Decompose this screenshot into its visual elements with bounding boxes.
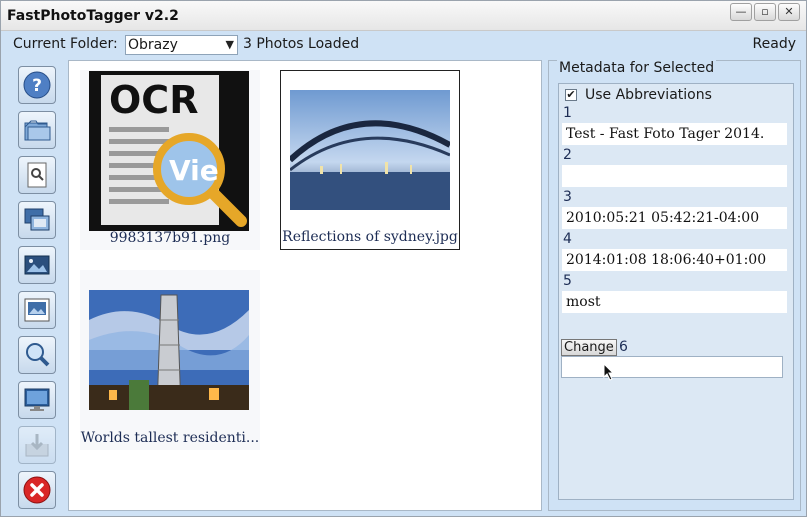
help-button[interactable]: ?	[18, 66, 56, 104]
field-number: 2	[563, 147, 572, 163]
use-abbreviations-checkbox[interactable]: ✔	[565, 89, 577, 101]
use-abbreviations-label: Use Abbreviations	[585, 87, 712, 103]
close-icon[interactable]: ✕	[778, 3, 800, 21]
monitor-icon	[24, 388, 50, 411]
image-icon	[24, 255, 50, 275]
help-icon: ?	[23, 71, 51, 99]
window-controls: — ▫ ✕	[730, 3, 800, 21]
maximize-icon[interactable]: ▫	[754, 3, 776, 21]
field-number: 3	[563, 189, 572, 205]
app-window: FastPhotoTagger v2.2 — ▫ ✕ Current Folde…	[0, 0, 807, 517]
svg-text:OCR: OCR	[109, 78, 198, 122]
sydney-photo-image	[290, 90, 450, 210]
image-edit-button[interactable]	[18, 291, 56, 329]
metadata-field-5[interactable]: most	[562, 291, 787, 313]
photo-caption: 9983137b91.png	[109, 230, 231, 246]
metadata-field-4[interactable]: 2014:01:08 18:06:40+01:00	[562, 249, 787, 271]
photo-caption: Reflections of sydney.jpg	[282, 229, 458, 245]
photo-gallery: OCR Vie 9983137b91.png Reflections of sy…	[68, 60, 542, 511]
open-folder-button[interactable]	[18, 111, 56, 149]
left-toolbar: ?	[13, 61, 63, 513]
metadata-title: Metadata for Selected	[557, 60, 717, 76]
photo-thumbnail[interactable]: OCR Vie 9983137b91.png	[80, 70, 260, 250]
slideshow-icon	[24, 208, 50, 231]
title-bar: FastPhotoTagger v2.2 — ▫ ✕	[1, 1, 806, 31]
chevron-down-icon: ▼	[225, 38, 234, 51]
document-search-button[interactable]	[18, 156, 56, 194]
metadata-field-2[interactable]	[562, 165, 787, 187]
metadata-field-3[interactable]: 2010:05:21 05:42:21-04:00	[562, 207, 787, 229]
photo-thumbnail-selected[interactable]: Reflections of sydney.jpg	[280, 70, 460, 250]
status-text: Ready	[752, 36, 796, 52]
field-number: 4	[563, 231, 572, 247]
folder-select-value: Obrazy	[128, 37, 178, 53]
photo-thumbnail[interactable]: Worlds tallest residenti...	[80, 270, 260, 450]
export-icon	[25, 434, 49, 457]
minimize-icon[interactable]: —	[730, 3, 752, 21]
image-edit-icon	[24, 298, 50, 322]
metadata-fields: ✔ Use Abbreviations 1 Test - Fast Foto T…	[558, 83, 794, 500]
window-title: FastPhotoTagger v2.2	[7, 8, 179, 24]
svg-text:?: ?	[32, 76, 42, 96]
change-button[interactable]: Change	[561, 339, 617, 356]
use-abbreviations-row[interactable]: ✔ Use Abbreviations	[565, 87, 712, 103]
metadata-field-6[interactable]	[561, 356, 783, 378]
export-button[interactable]	[18, 426, 56, 464]
folder-bar: Current Folder: Obrazy ▼ 3 Photos Loaded…	[1, 31, 806, 58]
field-number: 1	[563, 105, 572, 121]
search-icon	[26, 343, 50, 367]
monitor-button[interactable]	[18, 381, 56, 419]
document-search-icon	[27, 162, 47, 188]
image-button[interactable]	[18, 246, 56, 284]
svg-text:Vie: Vie	[169, 154, 219, 187]
photo-caption: Worlds tallest residenti...	[80, 430, 260, 446]
metadata-field-1[interactable]: Test - Fast Foto Tager 2014.	[562, 123, 787, 145]
search-button[interactable]	[18, 336, 56, 374]
tower-photo-image	[89, 290, 249, 410]
exit-button[interactable]	[18, 471, 56, 509]
ocr-image-icon: OCR Vie	[89, 71, 249, 231]
exit-icon	[23, 476, 51, 504]
metadata-panel: Metadata for Selected ✔ Use Abbreviation…	[548, 60, 801, 511]
mouse-cursor-icon	[603, 363, 615, 381]
slideshow-button[interactable]	[18, 201, 56, 239]
open-folder-icon	[24, 120, 51, 141]
field-number: 5	[563, 273, 572, 289]
folder-select[interactable]: Obrazy ▼	[125, 35, 238, 55]
photos-loaded-count: 3 Photos Loaded	[243, 36, 360, 52]
field-number: 6	[619, 339, 628, 355]
current-folder-label: Current Folder:	[13, 36, 118, 52]
